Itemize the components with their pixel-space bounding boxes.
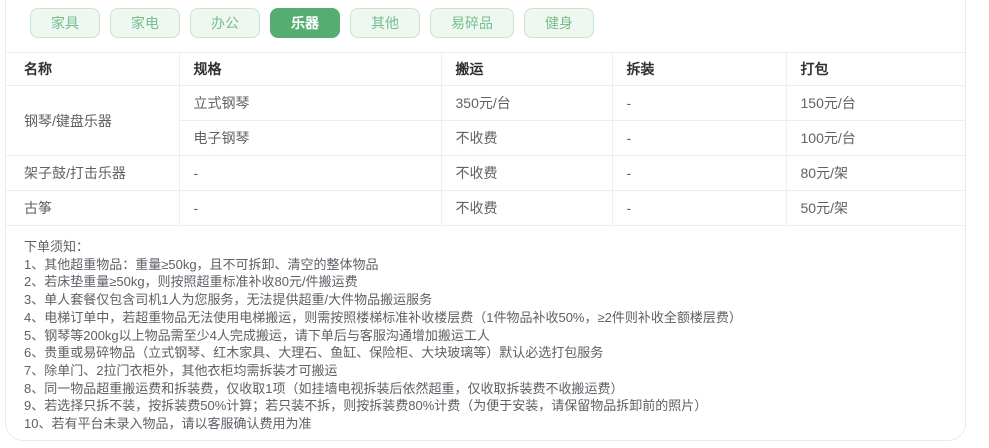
tab-fragile[interactable]: 易碎品 [430,8,514,38]
table-header-row: 名称 规格 搬运 拆装 打包 [6,52,965,86]
column-header-name: 名称 [6,52,180,86]
table-row: 钢琴/键盘乐器 立式钢琴 350元/台 - 150元/台 [6,85,965,156]
note-item: 10、若有平台未录入物品，请以客服确认费用为准 [24,416,312,432]
note-item: 3、单人套餐仅包含司机1人为您服务，无法提供超重/大件物品搬运服务 [24,292,433,308]
spec-cell: 电子钢琴 [179,120,442,156]
pricing-table: 名称 规格 搬运 拆装 打包 钢琴/键盘乐器 立式钢琴 350元/台 - 150… [6,52,965,226]
tab-furniture[interactable]: 家具 [30,8,100,38]
column-header-disassemble: 拆装 [612,52,787,86]
order-notes: 下单须知： 1、其他超重物品：重量≥50kg，且不可拆卸、清空的整体物品 2、若… [6,226,965,433]
table-row: 架子鼓/打击乐器 - 不收费 - 80元/架 [6,155,965,191]
note-item: 7、除单门、2拉门衣柜外，其他衣柜均需拆装才可搬运 [24,362,338,378]
pricing-card: 家具 家电 办公 乐器 其他 易碎品 健身 名称 规格 搬运 拆装 打包 钢琴/… [5,0,966,441]
move-fee-cell: 不收费 [441,190,613,226]
tab-office[interactable]: 办公 [190,8,260,38]
disassemble-fee-cell: - [612,190,787,226]
pack-fee-cell: 150元/台 [786,85,965,121]
category-tabs: 家具 家电 办公 乐器 其他 易碎品 健身 [6,0,965,38]
tab-others[interactable]: 其他 [350,8,420,38]
column-header-move: 搬运 [441,52,613,86]
note-item: 8、同一物品超重搬运费和拆装费，仅收取1项（如挂墙电视拆装后依然超重，仅收取拆装… [24,380,624,396]
item-name-cell: 钢琴/键盘乐器 [6,85,180,156]
tab-instruments[interactable]: 乐器 [270,8,340,38]
spec-cell: 立式钢琴 [179,85,442,121]
notes-title: 下单须知： [24,239,90,254]
column-header-spec: 规格 [179,52,442,86]
note-item: 9、若选择只拆不装，按拆装费50%计算；若只装不拆，则按拆装费80%计费（为便于… [24,398,708,414]
tab-fitness[interactable]: 健身 [524,8,594,38]
note-item: 6、贵重或易碎物品（立式钢琴、红木家具、大理石、鱼缸、保险柜、大块玻璃等）默认必… [24,345,604,361]
disassemble-fee-cell: - [612,120,787,156]
item-name-cell: 架子鼓/打击乐器 [6,155,180,191]
note-item: 1、其他超重物品：重量≥50kg，且不可拆卸、清空的整体物品 [24,256,379,272]
disassemble-fee-cell: - [612,85,787,121]
column-header-pack: 打包 [786,52,965,86]
tab-appliances[interactable]: 家电 [110,8,180,38]
table-row: 古筝 - 不收费 - 50元/架 [6,190,965,226]
move-fee-cell: 不收费 [441,155,613,191]
note-item: 4、电梯订单中，若超重物品无法使用电梯搬运，则需按照楼梯标准补收楼层费（1件物品… [24,309,742,325]
pack-fee-cell: 80元/架 [786,155,965,191]
move-fee-cell: 不收费 [441,120,613,156]
spec-cell: - [179,190,442,226]
spec-cell: - [179,155,442,191]
note-item: 5、钢琴等200kg以上物品需至少4人完成搬运，请下单后与客服沟通增加搬运工人 [24,327,490,343]
pack-fee-cell: 50元/架 [786,190,965,226]
disassemble-fee-cell: - [612,155,787,191]
note-item: 2、若床垫重量≥50kg，则按照超重标准补收80元/件搬运费 [24,274,358,290]
pack-fee-cell: 100元/台 [786,120,965,156]
move-fee-cell: 350元/台 [441,85,613,121]
item-name-cell: 古筝 [6,190,180,226]
